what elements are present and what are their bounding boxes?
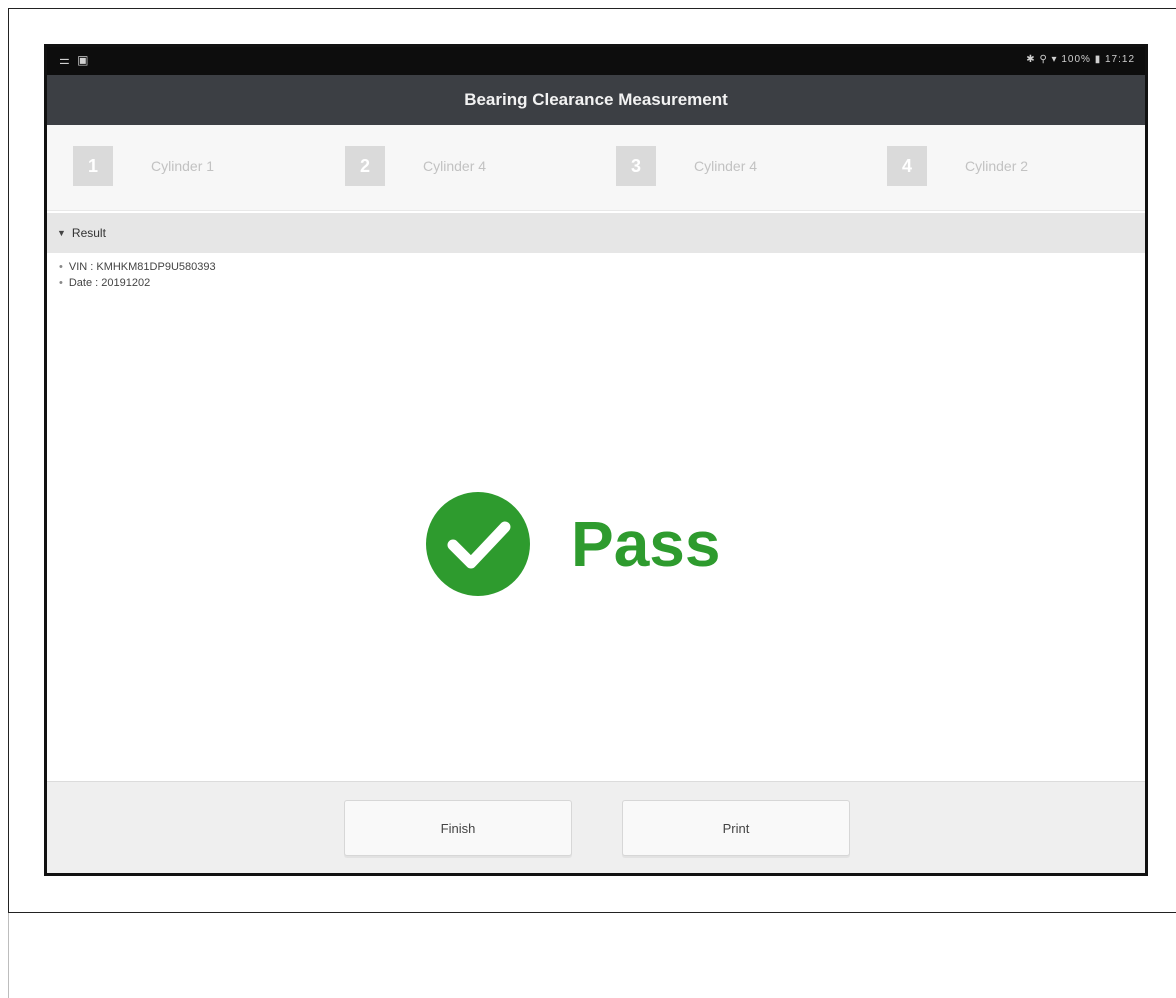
status-bar: ⚌ ▣ ✱ ⚲ ▾ 100% ▮ 17:12 xyxy=(47,47,1145,75)
result-header-label: Result xyxy=(71,226,106,240)
frame-edge xyxy=(8,913,9,998)
step-4: 4 Cylinder 2 xyxy=(887,146,1028,186)
finish-button[interactable]: Finish xyxy=(344,800,572,856)
step-label: Cylinder 4 xyxy=(423,158,487,174)
date-text: Date : 20191202 xyxy=(68,277,151,289)
step-number: 3 xyxy=(616,146,656,186)
step-number: 2 xyxy=(345,146,385,186)
result-section-header[interactable]: ▼ Result xyxy=(47,213,1145,253)
vin-info: • VIN : KMHKM81DP9U580393 xyxy=(59,261,216,273)
caret-down-icon: ▼ xyxy=(57,228,66,238)
status-bar-left-icons: ⚌ ▣ xyxy=(59,53,91,67)
bullet-icon: • xyxy=(59,277,63,289)
step-3: 3 Cylinder 4 xyxy=(616,146,757,186)
step-1: 1 Cylinder 1 xyxy=(73,146,214,186)
step-2: 2 Cylinder 4 xyxy=(345,146,486,186)
result-status: Pass xyxy=(423,487,779,601)
tablet-screen: ⚌ ▣ ✱ ⚲ ▾ 100% ▮ 17:12 Bearing Clearance… xyxy=(44,44,1148,876)
step-number: 4 xyxy=(887,146,927,186)
step-label: Cylinder 2 xyxy=(965,158,1029,174)
status-bar-right-info: ✱ ⚲ ▾ 100% ▮ 17:12 xyxy=(1026,54,1135,65)
check-circle-icon xyxy=(426,492,530,596)
step-number: 1 xyxy=(73,146,113,186)
page-title: Bearing Clearance Measurement xyxy=(464,90,728,109)
print-button[interactable]: Print xyxy=(622,800,850,856)
step-label: Cylinder 4 xyxy=(694,158,758,174)
footer-bar: Finish Print xyxy=(47,781,1145,873)
app-title-bar: Bearing Clearance Measurement xyxy=(47,75,1145,125)
bullet-icon: • xyxy=(59,261,63,273)
date-info: • Date : 20191202 xyxy=(59,277,150,289)
step-indicator: 1 Cylinder 1 2 Cylinder 4 3 Cylinder 4 4… xyxy=(47,125,1145,211)
step-label: Cylinder 1 xyxy=(151,158,215,174)
pass-label: Pass xyxy=(571,508,721,580)
vin-text: VIN : KMHKM81DP9U580393 xyxy=(68,261,216,273)
